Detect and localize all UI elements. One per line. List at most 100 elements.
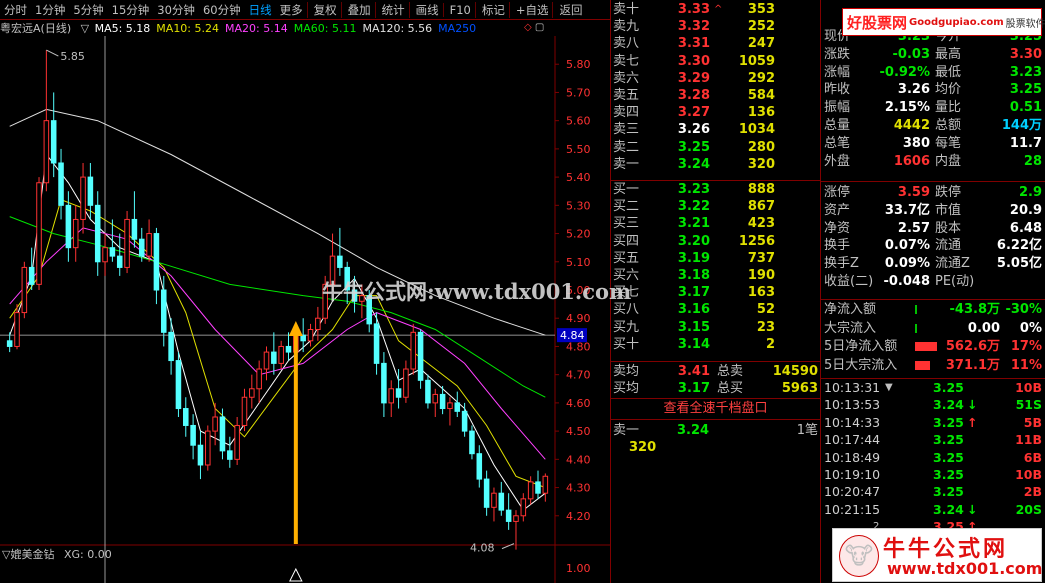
sell-level-label: 卖六 — [613, 70, 640, 86]
candle-body — [256, 368, 262, 390]
candle-body — [138, 238, 145, 257]
quote-value: 33.7亿 — [884, 202, 930, 218]
tick-volume: 10B — [1015, 467, 1042, 483]
buy-level-row[interactable]: 买一 3.23 888 — [611, 181, 820, 199]
tick-row[interactable]: 10:14:33 3.25 ↑ 5B — [821, 415, 1045, 431]
quote-value: 28 — [1023, 153, 1042, 169]
candle-body — [28, 266, 35, 285]
quote-value: 144万 — [1001, 118, 1042, 133]
buy-level-row[interactable]: 买八 3.16 52 — [611, 301, 820, 319]
book-divider — [611, 398, 820, 399]
candle-body — [432, 393, 439, 404]
toolbar-item-8[interactable]: 复权 — [306, 1, 341, 18]
high-label: 5.85 — [60, 50, 85, 63]
sell-level-volume: 252 — [747, 19, 775, 35]
sell-level-row[interactable]: 卖六 3.29 292 — [611, 70, 820, 88]
buy-level-row[interactable]: 买七 3.17 163 — [611, 284, 820, 302]
toolbar-item-7[interactable]: 更多 — [276, 2, 307, 18]
tick-row[interactable]: 10:13:53 3.24 ↓ 51S — [821, 397, 1045, 413]
sell-level-volume: 280 — [747, 139, 775, 155]
tick-row[interactable]: 10:13:31 ▼ 3.25 10B — [821, 380, 1045, 396]
buy-level-row[interactable]: 买六 3.18 190 — [611, 267, 820, 285]
buy-level-row[interactable]: 买四 3.20 1256 — [611, 233, 820, 251]
toolbar-item-15[interactable]: 返回 — [552, 1, 586, 18]
quote-row: 涨幅 -0.92% 最低 3.23 — [821, 64, 1045, 82]
buy-level-row[interactable]: 买十 3.14 2 — [611, 336, 820, 354]
full-depth-link[interactable]: 查看全速千档盘口 — [611, 400, 820, 418]
buy-level-volume: 423 — [747, 216, 775, 232]
chart-scroll-icons[interactable]: ◇ ▢ — [524, 22, 544, 33]
candle-body — [483, 478, 490, 508]
buy-level-row[interactable]: 买五 3.19 737 — [611, 250, 820, 268]
indicator-dropdown-icon[interactable]: ▽ — [81, 22, 89, 35]
toolbar-item-12[interactable]: F10 — [442, 2, 475, 17]
toolbar-item-4[interactable]: 30分钟 — [153, 2, 199, 18]
ma-value-0: MA5: 5.18 — [94, 22, 151, 35]
toolbar-item-0[interactable]: 分时 — [0, 2, 31, 18]
sell-level-label: 卖二 — [613, 139, 640, 155]
toolbar-item-9[interactable]: 叠加 — [340, 1, 375, 18]
tick-row[interactable]: 10:18:49 3.25 6B — [821, 450, 1045, 466]
fund-flow-label: 净流入额 — [824, 302, 877, 317]
candle-body — [454, 402, 461, 412]
sell-level-row[interactable]: 卖十 3.33 ^ 353 — [611, 1, 820, 19]
quote-row: 昨收 3.26 均价 3.25 — [821, 81, 1045, 99]
ma-info-line: 粤宏远A(日线) ▽ MA5: 5.18 MA10: 5.24 MA20: 5.14… — [0, 20, 555, 36]
sell-level-row[interactable]: 卖四 3.27 136 — [611, 104, 820, 122]
signal-arrow-shaft — [293, 331, 298, 544]
toolbar-item-13[interactable]: 标记 — [474, 1, 509, 18]
candlestick-chart[interactable]: 5.805.705.605.505.405.305.205.105.004.90… — [0, 36, 610, 583]
candle-body — [102, 247, 108, 263]
candle-body — [395, 388, 402, 398]
sell-level-row[interactable]: 卖二 3.25 280 — [611, 139, 820, 157]
sell-level-row[interactable]: 卖七 3.30 1059 — [611, 53, 820, 71]
fund-flow-value: -43.8万 — [949, 302, 1000, 317]
candle-body — [498, 492, 505, 511]
sell-level-row[interactable]: 卖八 3.31 247 — [611, 35, 820, 53]
fund-flow-row: 净流入额 -43.8万 -30% — [821, 301, 1045, 319]
toolbar-item-5[interactable]: 60分钟 — [199, 2, 245, 18]
fund-flow-label: 5日净流入额 — [824, 339, 898, 354]
toolbar-item-10[interactable]: 统计 — [374, 1, 409, 18]
tick-row[interactable]: 10:20:47 3.25 2B — [821, 484, 1045, 500]
tick-time: 10:17:44 — [824, 432, 881, 448]
buy-level-row[interactable]: 买三 3.21 423 — [611, 215, 820, 233]
candle-body — [542, 475, 549, 494]
buy-level-volume: 867 — [747, 199, 775, 215]
indicator-name[interactable]: ▽媲美金钻 — [2, 547, 54, 561]
toolbar-item-11[interactable]: 画线 — [408, 1, 443, 18]
tick-row[interactable]: 10:17:44 3.25 11B — [821, 432, 1045, 448]
sell-level-row[interactable]: 卖三 3.26 1034 — [611, 121, 820, 139]
tick-row[interactable]: 10:21:15 3.24 ↓ 20S — [821, 502, 1045, 518]
candle-body — [513, 515, 519, 522]
tick-volume: 10B — [1015, 380, 1042, 396]
quote-label: 最低 — [935, 64, 962, 80]
quote-label: 流通 — [935, 238, 962, 254]
candle-body — [505, 509, 512, 522]
quote-value: 5.05亿 — [996, 256, 1042, 272]
tick-time: 10:19:10 — [824, 467, 881, 482]
buy-level-volume: 163 — [747, 285, 775, 301]
tick-volume-number: 10 — [1015, 380, 1033, 395]
sell-level-price: 3.29 — [677, 70, 710, 86]
toolbar-item-14[interactable]: +自选 — [508, 1, 553, 18]
sell-level-row[interactable]: 卖五 3.28 584 — [611, 87, 820, 105]
candle-body — [160, 289, 167, 333]
sell-level-row[interactable]: 卖九 3.32 252 — [611, 18, 820, 36]
toolbar-item-1[interactable]: 1分钟 — [31, 2, 69, 18]
fund-flow-pct: 11% — [1010, 357, 1042, 373]
toolbar-item-3[interactable]: 15分钟 — [108, 2, 154, 18]
candle-body — [197, 444, 204, 466]
toolbar-item-6[interactable]: 日线 — [245, 2, 276, 18]
toolbar-item-2[interactable]: 5分钟 — [69, 2, 107, 18]
buy-level-row[interactable]: 买二 3.22 867 — [611, 198, 820, 216]
quote-value: 0.09% — [884, 256, 930, 272]
quote-value: 2.9 — [1018, 185, 1042, 200]
candle-body — [271, 351, 277, 364]
tick-row[interactable]: 10:19:10 3.25 10B — [821, 467, 1045, 483]
tick-side: B — [1032, 484, 1042, 500]
buy-level-row[interactable]: 买九 3.15 23 — [611, 319, 820, 337]
sell-level-row[interactable]: 卖一 3.24 320 — [611, 156, 820, 174]
queue-count: 1笔 — [796, 423, 818, 438]
quote-label: 总笔 — [824, 135, 851, 151]
